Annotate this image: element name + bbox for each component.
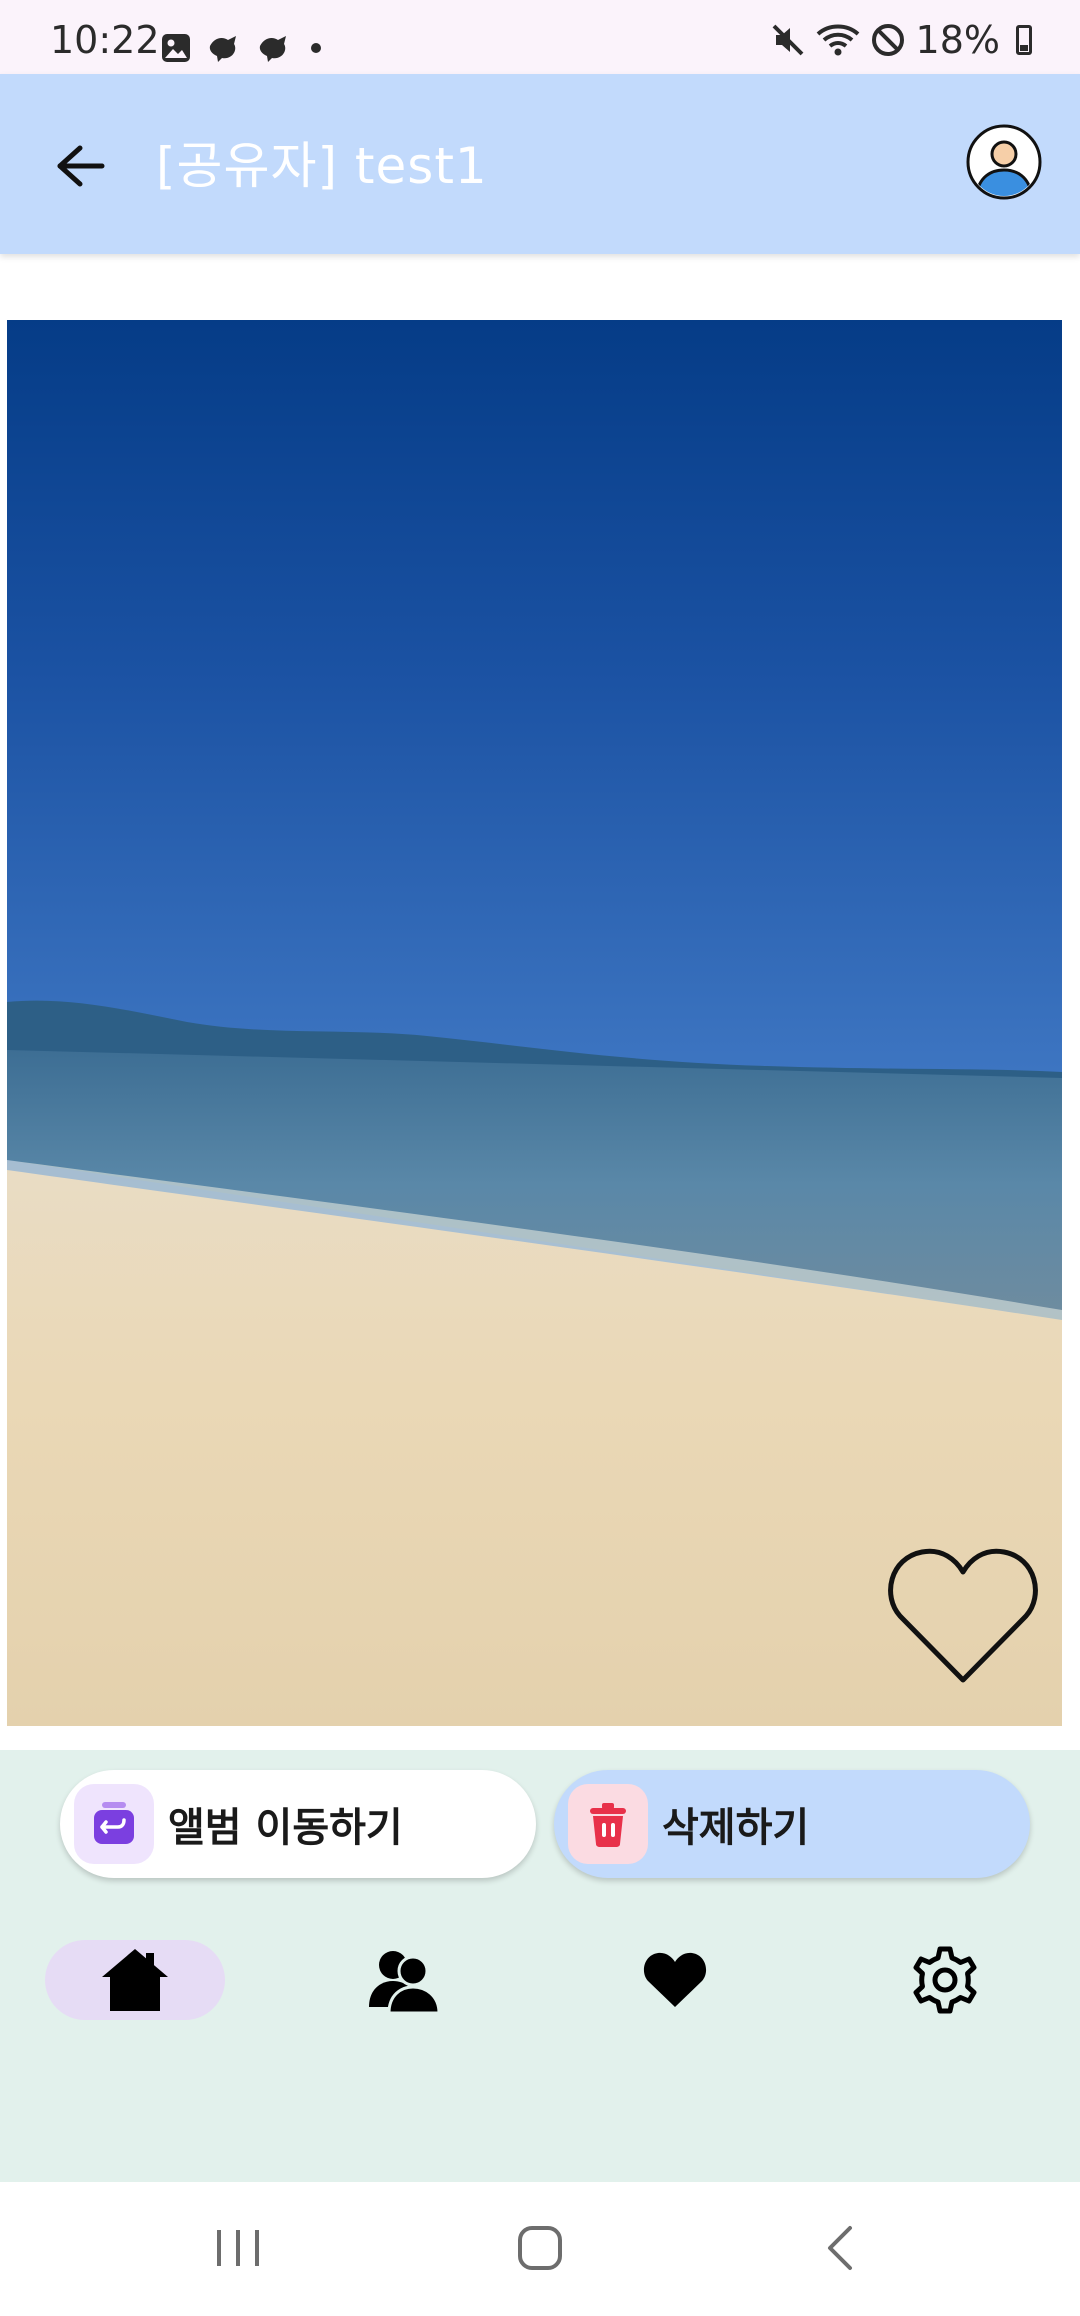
bird-icon [259,36,286,62]
move-album-icon-box [74,1784,154,1864]
app-bar: [공유자] test1 [0,74,1080,254]
delete-icon-box [568,1784,648,1864]
favorite-icon [643,1952,707,2007]
nav-settings[interactable] [855,1940,1035,2020]
delete-label: 삭제하기 [662,1805,810,1851]
profile-button[interactable] [966,124,1042,200]
status-time: 10:22 [50,18,160,62]
dot-icon [311,43,321,53]
move-album-label: 앨범 이동하기 [168,1805,403,1851]
move-album-icon [94,1802,134,1844]
status-bar: 10:22 18% [0,0,1080,74]
system-nav-bar [0,2182,1080,2316]
home-icon [102,1949,168,2011]
wifi-icon [816,24,859,56]
bird-icon [209,36,236,62]
battery-icon [1016,25,1032,55]
action-area: 앨범 이동하기 삭제하기 [0,1750,1080,2182]
status-left-icons [160,28,326,68]
trash-icon [590,1803,626,1847]
system-home-icon [518,2226,562,2270]
page-title: [공유자] test1 [156,137,488,195]
screen: 10:22 18% [공유자] test1 앨범 이동하기 삭제하기 [0,0,1080,2316]
do-not-disturb-icon [871,24,904,56]
profile-icon [966,124,1042,200]
nav-favorites[interactable] [585,1940,765,2020]
favorite-toggle[interactable] [886,1544,1040,1686]
arrow-back-icon [57,145,105,187]
battery-percent: 18% [915,18,1000,62]
back-button[interactable] [48,134,112,198]
beach-photo [7,320,1062,1726]
system-home-button[interactable] [500,2216,580,2280]
delete-button[interactable]: 삭제하기 [554,1770,1030,1878]
system-back-button[interactable] [800,2216,880,2280]
move-album-button[interactable]: 앨범 이동하기 [60,1770,536,1878]
friends-icon [369,1951,441,2013]
mute-icon [772,24,803,56]
nav-friends[interactable] [315,1940,495,2020]
bottom-nav [0,1940,1080,2050]
recents-button[interactable] [198,2216,278,2280]
heart-outline-icon [888,1548,1038,1683]
gallery-icon [162,34,190,62]
system-back-icon [828,2226,852,2270]
status-right: 18% [770,20,1032,60]
photo-viewer[interactable] [7,320,1062,1726]
recents-icon [217,2230,259,2266]
nav-home[interactable] [45,1940,225,2020]
settings-icon [913,1946,977,2014]
